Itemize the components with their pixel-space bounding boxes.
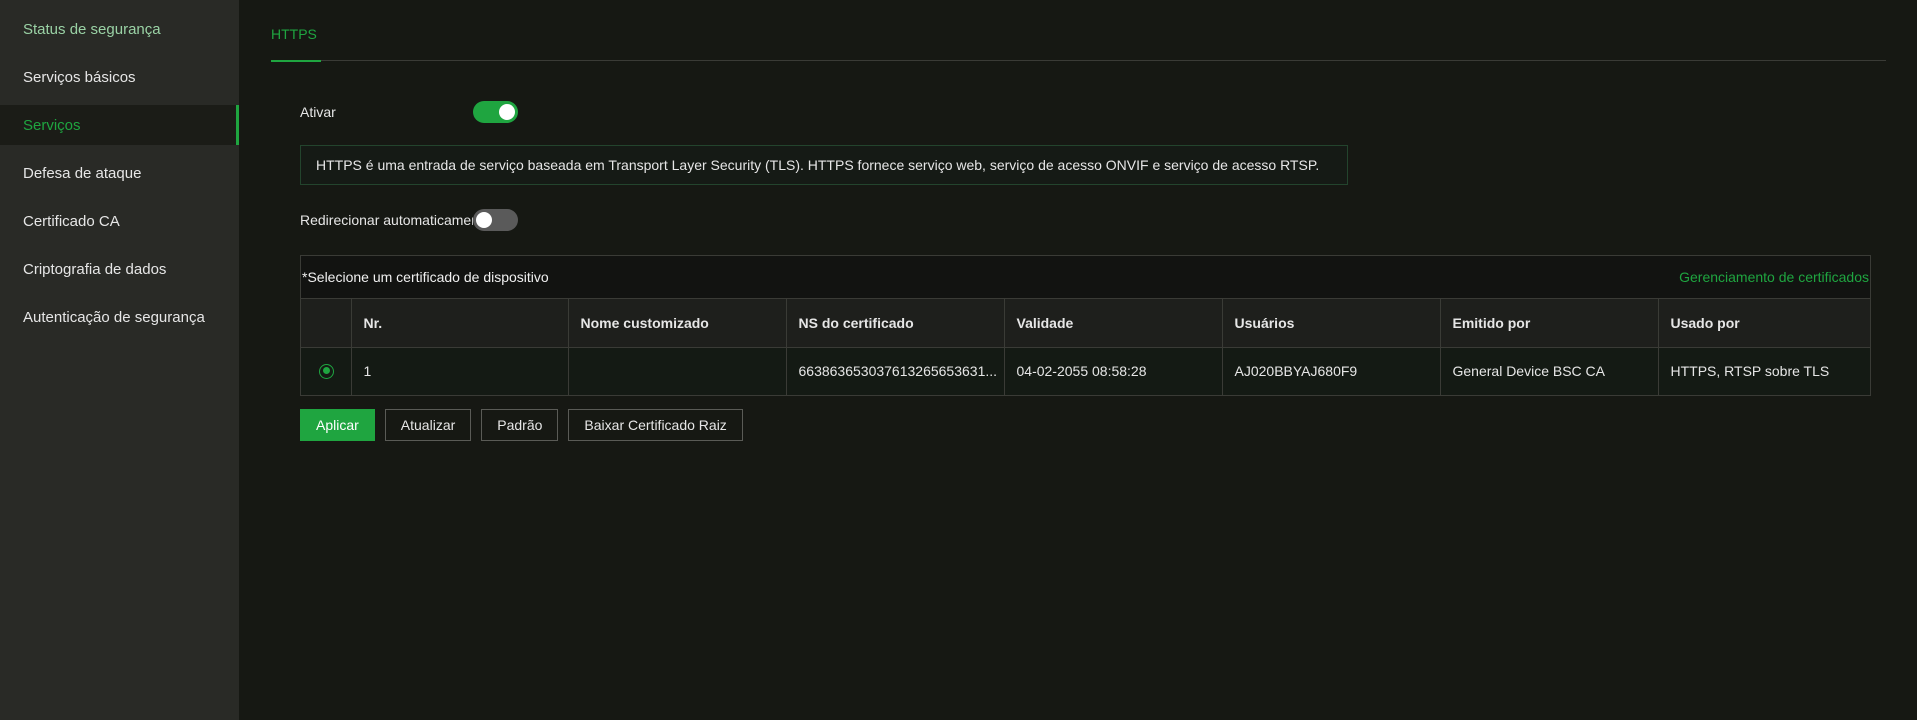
cell-users: AJ020BBYAJ680F9	[1222, 347, 1441, 395]
certificate-radio[interactable]	[319, 363, 334, 379]
column-header-select	[301, 299, 352, 348]
redirect-toggle[interactable]	[473, 209, 518, 231]
sidebar-item-ca-certificate[interactable]: Certificado CA	[0, 201, 239, 241]
info-box: HTTPS é uma entrada de serviço baseada e…	[300, 145, 1348, 185]
default-button[interactable]: Padrão	[481, 409, 559, 441]
app-window: Status de segurança Serviços básicos Ser…	[0, 0, 1917, 720]
cell-issued-by: General Device BSC CA	[1440, 347, 1659, 395]
sidebar-item-label: Status de segurança	[23, 20, 161, 38]
refresh-button[interactable]: Atualizar	[384, 409, 472, 441]
cell-serial: 663863653037613265653631...	[786, 347, 1005, 395]
cell-select	[301, 347, 352, 395]
sidebar-item-data-encryption[interactable]: Criptografia de dados	[0, 249, 239, 289]
download-root-certificate-button[interactable]: Baixar Certificado Raiz	[568, 409, 743, 441]
tab-bar: HTTPS	[271, 0, 1886, 62]
column-header-issued-by: Emitido por	[1440, 299, 1659, 348]
cell-nr: 1	[351, 347, 569, 395]
action-buttons: Aplicar Atualizar Padrão Baixar Certific…	[300, 409, 743, 441]
enable-toggle[interactable]	[473, 101, 518, 123]
apply-button[interactable]: Aplicar	[300, 409, 375, 441]
tab-https[interactable]: HTTPS	[271, 0, 321, 62]
certificate-panel-title: *Selecione um certificado de dispositivo	[302, 269, 549, 285]
column-header-nr: Nr.	[351, 299, 569, 348]
main-panel: HTTPS Ativar HTTPS é uma entrada de serv…	[239, 0, 1917, 720]
certificate-table: Nr. Nome customizado NS do certificado V…	[301, 299, 1870, 395]
sidebar-item-label: Criptografia de dados	[23, 260, 167, 278]
sidebar-item-security-status[interactable]: Status de segurança	[0, 9, 239, 49]
sidebar-item-attack-defense[interactable]: Defesa de ataque	[0, 153, 239, 193]
enable-row: Ativar	[300, 100, 518, 124]
sidebar-item-label: Serviços básicos	[23, 68, 136, 86]
sidebar-item-label: Serviços	[23, 116, 81, 134]
sidebar-item-security-authentication[interactable]: Autenticação de segurança	[0, 297, 239, 337]
sidebar-item-label: Defesa de ataque	[23, 164, 142, 182]
sidebar-item-label: Autenticação de segurança	[23, 308, 205, 326]
column-header-custom-name: Nome customizado	[568, 299, 787, 348]
toggle-knob	[476, 212, 492, 228]
cell-validity: 04-02-2055 08:58:28	[1004, 347, 1223, 395]
cell-used-by: HTTPS, RTSP sobre TLS	[1658, 347, 1870, 395]
column-header-serial: NS do certificado	[786, 299, 1005, 348]
column-header-users: Usuários	[1222, 299, 1441, 348]
info-text: HTTPS é uma entrada de serviço baseada e…	[316, 157, 1320, 173]
certificate-management-link[interactable]: Gerenciamento de certificados	[1679, 269, 1869, 285]
column-header-used-by: Usado por	[1658, 299, 1870, 348]
redirect-label: Redirecionar automaticamente para HTTPS	[300, 212, 473, 228]
cell-custom-name	[568, 347, 787, 395]
sidebar-item-label: Certificado CA	[23, 212, 120, 230]
tab-label: HTTPS	[271, 25, 317, 42]
sidebar-item-basic-services[interactable]: Serviços básicos	[0, 57, 239, 97]
sidebar: Status de segurança Serviços básicos Ser…	[0, 0, 239, 720]
enable-label: Ativar	[300, 104, 336, 120]
toggle-knob	[499, 104, 515, 120]
table-header-row: Nr. Nome customizado NS do certificado V…	[301, 299, 1870, 348]
table-row[interactable]: 1 663863653037613265653631... 04-02-2055…	[301, 347, 1870, 395]
certificate-panel: *Selecione um certificado de dispositivo…	[300, 255, 1871, 396]
redirect-row: Redirecionar automaticamente para HTTPS	[300, 208, 518, 232]
certificate-panel-header: *Selecione um certificado de dispositivo…	[301, 256, 1870, 299]
sidebar-item-services[interactable]: Serviços	[0, 105, 239, 145]
column-header-validity: Validade	[1004, 299, 1223, 348]
